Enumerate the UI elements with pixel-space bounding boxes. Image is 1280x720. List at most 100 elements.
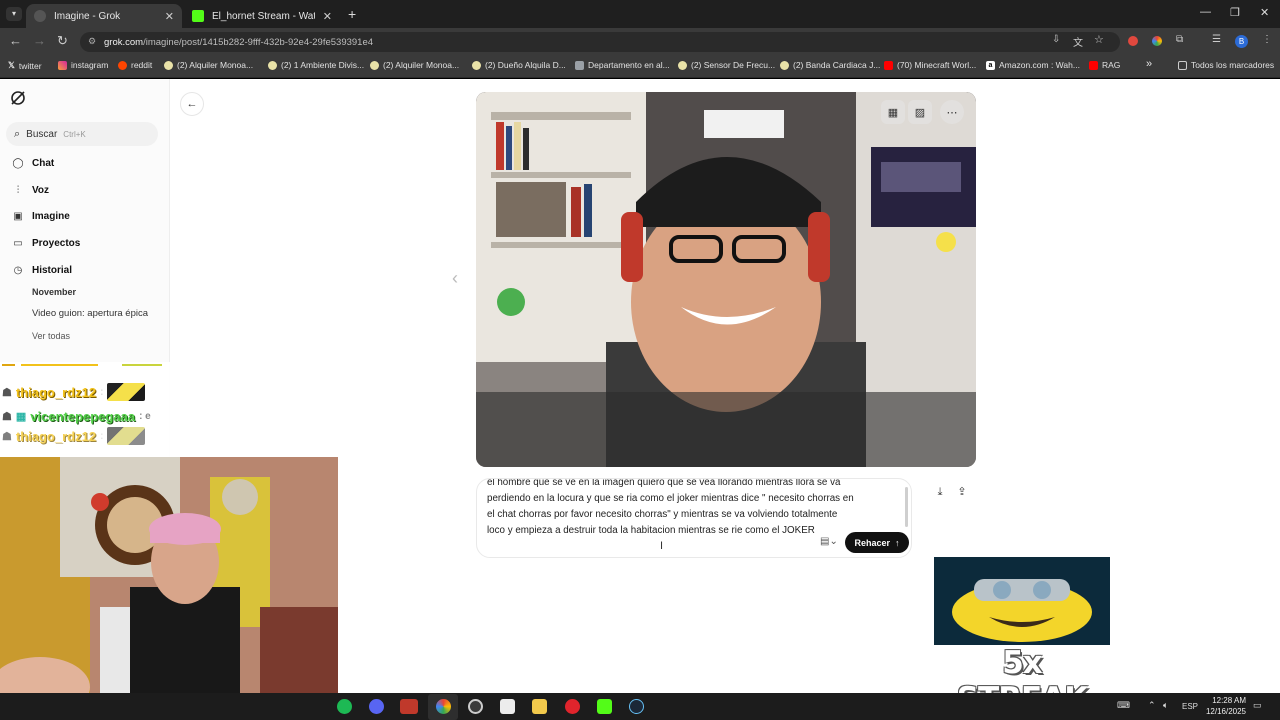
bookmark-instagram[interactable]: instagram bbox=[58, 60, 108, 70]
bookmark-reddit[interactable]: reddit bbox=[118, 60, 152, 70]
share-icon[interactable]: ⇪ bbox=[951, 481, 973, 503]
see-all-link[interactable]: Ver todas bbox=[32, 331, 70, 341]
bookmark-item[interactable]: (2) Banda Cardiaca J... bbox=[780, 60, 880, 70]
minimize-icon[interactable]: — bbox=[1200, 6, 1211, 18]
chat-username: thiago_rdz12 bbox=[15, 384, 97, 400]
translate-icon[interactable]: 文 bbox=[1073, 34, 1083, 49]
grok-logo-icon[interactable] bbox=[10, 90, 26, 106]
chat-badge-icon: ☗ bbox=[2, 386, 12, 399]
url-path: /imagine/post/1415b282-9fff-432b-92e4-29… bbox=[143, 36, 374, 48]
youtube-icon bbox=[884, 60, 893, 70]
keyboard-icon[interactable]: ⌨ bbox=[1117, 700, 1130, 711]
clock-date: 12/16/2025 bbox=[1205, 707, 1246, 716]
marketplace-icon bbox=[678, 60, 687, 70]
forward-icon[interactable]: → bbox=[33, 33, 46, 48]
new-tab-button[interactable]: + bbox=[348, 6, 356, 22]
notifications-icon[interactable]: ▭ bbox=[1253, 700, 1262, 711]
bookmark-item[interactable]: (2) Dueño Alquila D... bbox=[472, 60, 566, 70]
marketplace-icon bbox=[268, 60, 277, 70]
more-options-icon[interactable]: ⋯ bbox=[940, 100, 964, 124]
bookmark-item[interactable]: (2) Sensor De Frecu... bbox=[678, 60, 775, 70]
bookmark-item[interactable]: a Amazon.com : Wah... bbox=[986, 60, 1080, 70]
chat-badge-icon: ☗ bbox=[2, 411, 12, 423]
marketplace-icon bbox=[780, 60, 789, 70]
bookmark-item[interactable]: Departamento en al... bbox=[575, 60, 670, 70]
sidebar-item-imagine[interactable]: ▣ Imagine bbox=[12, 211, 70, 222]
address-bar[interactable]: ⚙ grok.com/imagine/post/1415b282-9fff-43… bbox=[80, 32, 1120, 52]
spotify-icon[interactable] bbox=[337, 699, 352, 714]
bookmark-item[interactable]: RAG bbox=[1089, 60, 1120, 70]
chat-message: ☗ thiago_rdz12 : bbox=[2, 383, 146, 401]
tab-search-button[interactable]: ▾ bbox=[6, 7, 22, 21]
clock[interactable]: 12:28 AM 12/16/2025 bbox=[1202, 695, 1246, 717]
media-type-dropdown[interactable]: ▤⌄ bbox=[820, 536, 838, 547]
steam-icon[interactable] bbox=[629, 699, 644, 714]
bookmark-star-icon[interactable]: ☆ bbox=[1094, 33, 1104, 46]
reddit-icon bbox=[118, 60, 127, 70]
back-arrow-button[interactable]: ← bbox=[180, 92, 204, 116]
all-bookmarks[interactable]: Todos los marcadores bbox=[1178, 60, 1274, 70]
redo-button[interactable]: Rehacer ↑ bbox=[845, 532, 909, 553]
reload-icon[interactable]: ↻ bbox=[57, 33, 68, 49]
bookmark-twitter[interactable]: 𝕏twitter bbox=[8, 60, 42, 71]
extension-icon[interactable] bbox=[1128, 36, 1138, 46]
discord-icon[interactable] bbox=[369, 699, 384, 714]
tab-grok[interactable]: Imagine - Grok ✕ bbox=[26, 4, 182, 28]
bookmark-item[interactable]: (70) Minecraft Worl... bbox=[884, 60, 976, 70]
folder-icon: ▭ bbox=[13, 238, 23, 249]
download-icon[interactable]: ⤓ bbox=[929, 481, 951, 503]
restore-icon[interactable]: ❐ bbox=[1230, 6, 1240, 19]
marketplace-icon bbox=[472, 60, 481, 70]
extensions-puzzle-icon[interactable]: ⧉ bbox=[1176, 34, 1183, 45]
extension-color-icon[interactable] bbox=[1152, 36, 1162, 46]
chrome-icon[interactable] bbox=[436, 699, 451, 714]
tab-kick[interactable]: El_hornet Stream - Watch Live ✕ bbox=[184, 4, 340, 28]
text-cursor-icon: I bbox=[660, 540, 664, 552]
bookmark-item[interactable]: (2) Alquiler Monoa... bbox=[370, 60, 459, 70]
generated-video[interactable] bbox=[476, 92, 976, 467]
search-label: Buscar bbox=[26, 128, 58, 140]
bookmark-item[interactable]: (2) 1 Ambiente Divis... bbox=[268, 60, 364, 70]
prompt-text[interactable]: el hombre que se ve en la imagen quiero … bbox=[487, 479, 857, 539]
close-window-icon[interactable]: ✕ bbox=[1260, 6, 1269, 19]
site-info-icon[interactable]: ⚙ bbox=[88, 36, 96, 47]
sidebar-item-voz[interactable]: ⫶ Voz bbox=[12, 185, 49, 196]
url-host: grok.com bbox=[104, 36, 144, 48]
obs-icon[interactable] bbox=[468, 699, 483, 714]
install-app-icon[interactable]: ⇩ bbox=[1052, 34, 1060, 45]
profile-avatar[interactable]: B bbox=[1235, 35, 1248, 48]
chat-username: thiago_rdz12 bbox=[15, 428, 97, 444]
sidebar-item-historial[interactable]: ◷ Historial bbox=[12, 265, 72, 276]
opera-icon[interactable] bbox=[565, 699, 580, 714]
video-mode-icon[interactable]: ▦ bbox=[881, 100, 905, 124]
chat-message: ☗ thiago_rdz12 : bbox=[2, 427, 146, 445]
chat-sub-badge-icon: ▦ bbox=[15, 411, 27, 423]
app-icon[interactable] bbox=[500, 699, 515, 714]
volume-icon[interactable]: 🔈︎ bbox=[1163, 700, 1168, 711]
search-icon: ⌕ bbox=[14, 127, 21, 140]
sidebar-item-chat[interactable]: ◯ Chat bbox=[12, 158, 54, 169]
image-icon: ▣ bbox=[13, 211, 23, 222]
image-mode-icon[interactable]: ▨ bbox=[908, 100, 932, 124]
media-app-icon[interactable] bbox=[400, 699, 418, 714]
previous-chevron-icon[interactable]: ‹ bbox=[452, 268, 458, 289]
bookmark-item[interactable]: (2) Alquiler Monoa... bbox=[164, 60, 253, 70]
kick-icon[interactable] bbox=[597, 699, 612, 714]
history-item[interactable]: Video guion: apertura épica bbox=[32, 308, 152, 319]
close-tab-icon[interactable]: ✕ bbox=[165, 10, 174, 23]
amazon-icon: a bbox=[986, 60, 995, 70]
page-icon bbox=[575, 60, 584, 70]
back-icon[interactable]: ← bbox=[9, 33, 22, 48]
menu-kebab-icon[interactable]: ⋮ bbox=[1262, 34, 1272, 45]
prompt-scrollbar[interactable] bbox=[905, 487, 908, 527]
tray-chevron-icon[interactable]: ⌃ bbox=[1148, 700, 1156, 711]
clock-time: 12:28 AM bbox=[1212, 696, 1246, 705]
tab-label: El_hornet Stream - Watch Live bbox=[212, 10, 315, 22]
sidebar-item-proyectos[interactable]: ▭ Proyectos bbox=[12, 238, 80, 249]
language-indicator[interactable]: ESP bbox=[1182, 702, 1198, 711]
bookmarks-overflow-icon[interactable]: » bbox=[1146, 58, 1152, 70]
reading-list-icon[interactable]: ☰ bbox=[1212, 34, 1221, 45]
search-input[interactable]: ⌕ Buscar Ctrl+K bbox=[6, 122, 158, 146]
close-tab-icon[interactable]: ✕ bbox=[323, 10, 332, 23]
file-explorer-icon[interactable] bbox=[532, 699, 547, 714]
